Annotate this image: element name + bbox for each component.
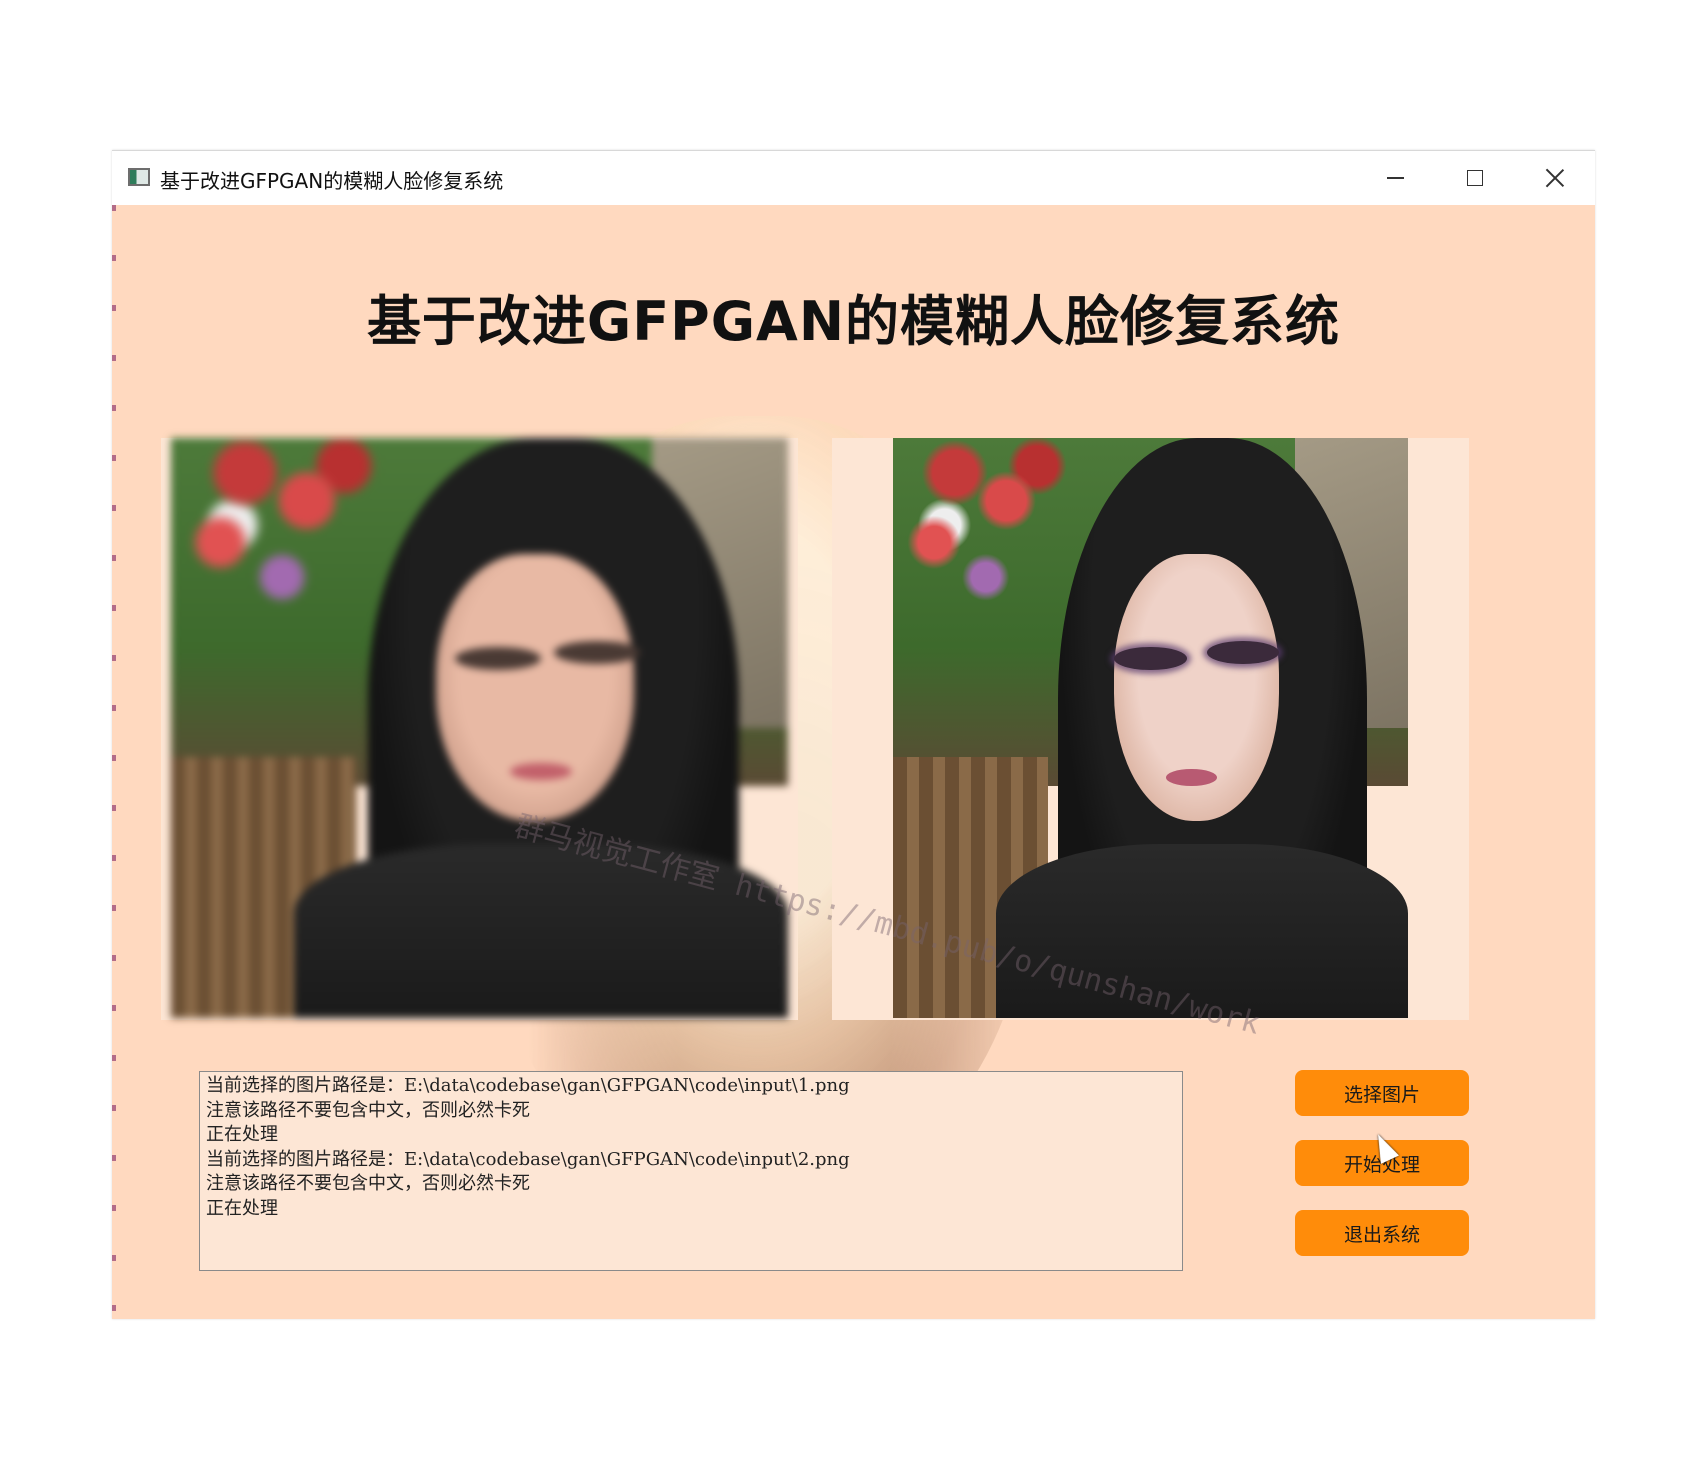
close-icon xyxy=(1545,168,1565,188)
input-image xyxy=(171,438,788,1018)
log-line: 注意该路径不要包含中文，否则必然卡死 xyxy=(206,1173,530,1194)
left-edge-decoration xyxy=(112,205,116,1319)
log-line: 当前选择的图片路径是：E:\data\codebase\gan\GFPGAN\c… xyxy=(206,1075,850,1096)
maximize-icon xyxy=(1467,170,1483,186)
log-line: 当前选择的图片路径是：E:\data\codebase\gan\GFPGAN\c… xyxy=(206,1148,850,1170)
maximize-button[interactable] xyxy=(1435,151,1515,205)
exit-system-button[interactable]: 退出系统 xyxy=(1295,1210,1469,1256)
app-window: 基于改进GFPGAN的模糊人脸修复系统 基于改进GFPGAN的模糊人脸修复系统 xyxy=(112,150,1595,1319)
app-window-icon xyxy=(128,168,150,186)
log-line: 注意该路径不要包含中文，否则必然卡死 xyxy=(206,1099,530,1121)
log-line: 正在处理 xyxy=(206,1124,278,1145)
minimize-icon xyxy=(1386,177,1404,179)
title-bar[interactable]: 基于改进GFPGAN的模糊人脸修复系统 xyxy=(112,151,1595,205)
page-title: 基于改进GFPGAN的模糊人脸修复系统 xyxy=(366,290,1341,353)
close-button[interactable] xyxy=(1515,151,1595,205)
minimize-button[interactable] xyxy=(1355,151,1435,205)
log-line: 正在处理 xyxy=(206,1197,278,1219)
select-image-button[interactable]: 选择图片 xyxy=(1295,1070,1469,1116)
input-image-panel xyxy=(161,438,798,1020)
window-title: 基于改进GFPGAN的模糊人脸修复系统 xyxy=(160,169,504,193)
log-output[interactable]: 当前选择的图片路径是：E:\data\codebase\gan\GFPGAN\c… xyxy=(199,1071,1183,1271)
